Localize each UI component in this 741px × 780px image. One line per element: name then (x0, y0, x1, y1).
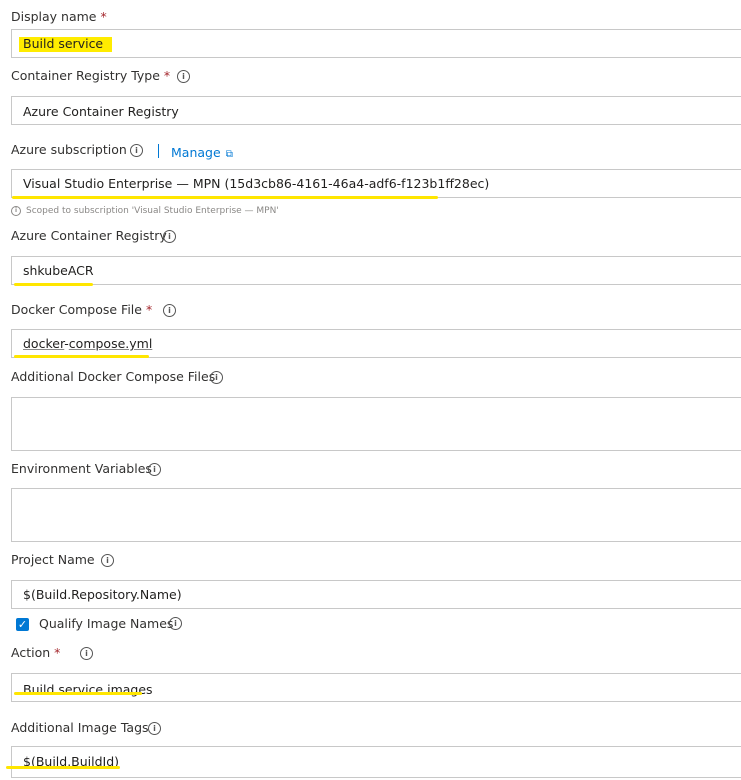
additional-compose-files-label: Additional Docker Compose Files (11, 369, 216, 384)
registry-type-value: Azure Container Registry (23, 104, 179, 119)
azure-container-registry-label: Azure Container Registry (11, 228, 167, 243)
info-icon[interactable]: i (80, 647, 93, 660)
highlight-underline (6, 766, 120, 769)
info-icon[interactable]: i (148, 722, 161, 735)
environment-variables-textarea[interactable] (11, 488, 741, 542)
required-mark: * (100, 9, 107, 24)
qualify-image-names-label: Qualify Image Names (39, 616, 174, 631)
manage-link-label: Manage (171, 145, 221, 160)
highlight-underline (14, 283, 93, 286)
additional-compose-files-textarea[interactable] (11, 397, 741, 451)
project-name-input[interactable]: $(Build.Repository.Name) (11, 580, 741, 609)
info-icon[interactable]: i (130, 144, 143, 157)
action-label: Action * (11, 645, 61, 660)
separator (158, 144, 159, 158)
info-icon[interactable]: i (169, 617, 182, 630)
display-name-value: Build service (23, 36, 104, 51)
azure-subscription-value: Visual Studio Enterprise — MPN (15d3cb86… (23, 176, 490, 191)
docker-compose-file-value: docker-compose.yml (23, 336, 153, 351)
note-info-icon: i (11, 206, 21, 216)
registry-type-select[interactable]: Azure Container Registry (11, 96, 741, 125)
required-mark: * (145, 302, 153, 317)
highlight-underline (14, 355, 149, 358)
action-value: Build service images (23, 682, 153, 697)
info-icon[interactable]: i (177, 70, 190, 83)
info-icon[interactable]: i (210, 371, 223, 384)
docker-compose-file-input[interactable]: docker-compose.yml (11, 329, 741, 358)
info-icon[interactable]: i (148, 463, 161, 476)
qualify-image-names-checkbox-row[interactable]: ✓ Qualify Image Names (16, 616, 173, 632)
highlight-underline (12, 196, 438, 199)
required-mark: * (163, 68, 171, 83)
info-icon[interactable]: i (101, 554, 114, 567)
info-icon[interactable]: i (163, 230, 176, 243)
display-name-input[interactable]: Build service (11, 29, 741, 58)
additional-image-tags-label: Additional Image Tags (11, 720, 149, 735)
highlight-underline (14, 692, 142, 695)
external-link-icon: ⧉ (225, 149, 233, 160)
required-mark: * (54, 645, 61, 660)
display-name-label: Display name * (11, 9, 107, 24)
registry-type-label: Container Registry Type * (11, 68, 171, 83)
azure-container-registry-select[interactable]: shkubeACR (11, 256, 741, 285)
checkbox-checked[interactable]: ✓ (16, 617, 29, 631)
azure-container-registry-value: shkubeACR (23, 263, 94, 278)
manage-link[interactable]: Manage ⧉ (171, 142, 233, 161)
scope-note: i Scoped to subscription 'Visual Studio … (11, 206, 279, 216)
azure-subscription-label: Azure subscription (11, 142, 127, 157)
project-name-label: Project Name (11, 552, 95, 567)
additional-image-tags-textarea[interactable]: $(Build.BuildId) (11, 746, 741, 778)
project-name-value: $(Build.Repository.Name) (23, 587, 182, 602)
action-select[interactable]: Build service images (11, 673, 741, 702)
docker-compose-file-label: Docker Compose File * (11, 302, 153, 317)
environment-variables-label: Environment Variables (11, 461, 152, 476)
scope-note-text: Scoped to subscription 'Visual Studio En… (26, 206, 279, 216)
info-icon[interactable]: i (163, 304, 176, 317)
azure-subscription-select[interactable]: Visual Studio Enterprise — MPN (15d3cb86… (11, 169, 741, 198)
